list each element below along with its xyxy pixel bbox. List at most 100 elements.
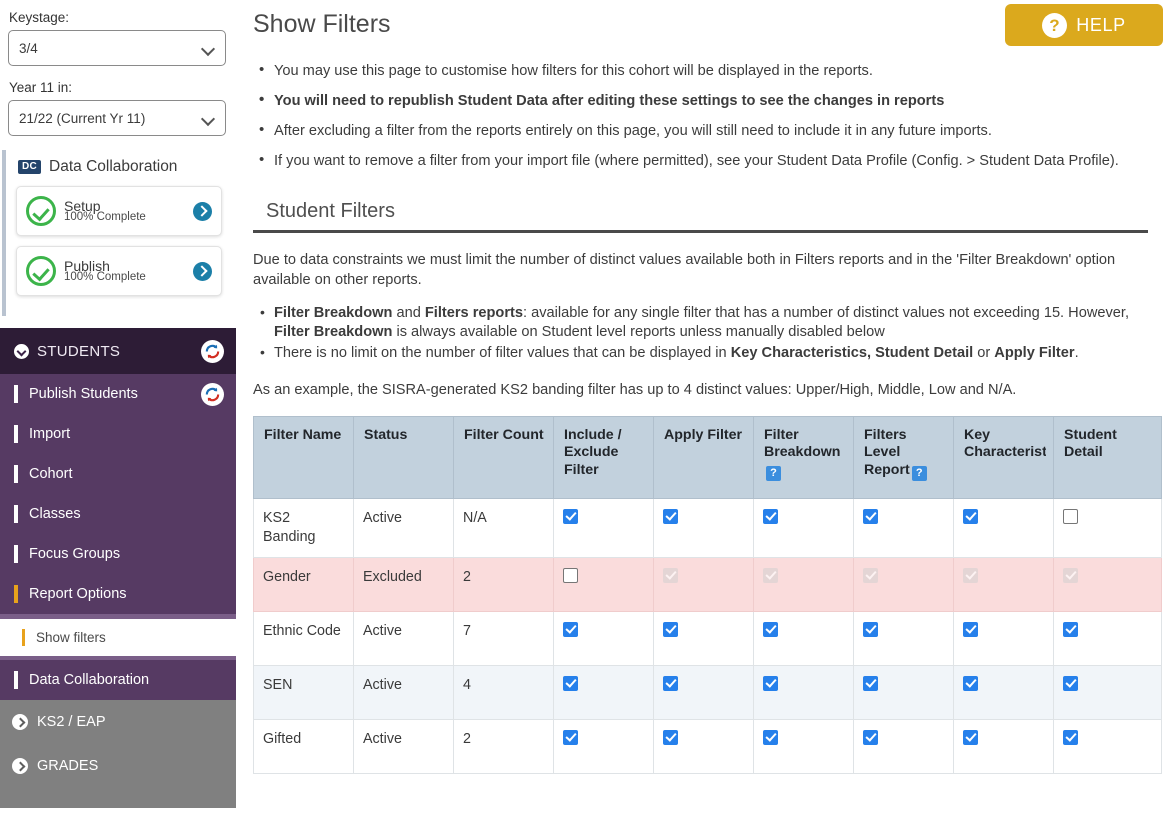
column-header-filter-breakdown: Filter Breakdown ? <box>753 415 854 499</box>
chevron-down-icon <box>202 44 215 52</box>
question-mark-icon: ? <box>1042 12 1068 38</box>
include-exclude-checkbox[interactable] <box>563 567 578 583</box>
apply-filter-checkbox[interactable] <box>663 675 678 691</box>
sidebar-section-ks2-eap[interactable]: KS2 / EAP <box>0 700 236 744</box>
column-header-student-detail: Student Detail <box>1053 415 1162 499</box>
sidebar-item-focus-groups[interactable]: Focus Groups <box>0 534 236 574</box>
apply-filter-checkbox[interactable] <box>663 621 678 637</box>
student-detail-checkbox[interactable] <box>1063 508 1078 524</box>
sidebar-item-import-label: Import <box>29 426 71 442</box>
filters-level-report-checkbox[interactable] <box>863 729 878 745</box>
column-header-apply-filter-label: Apply Filter <box>664 426 743 443</box>
dc-card-publish[interactable]: Publish 100% Complete <box>16 246 222 296</box>
cell-student-detail <box>1053 610 1162 666</box>
cell-student-detail <box>1053 718 1162 774</box>
sidebar-item-report-options[interactable]: Report Options <box>0 574 236 614</box>
column-header-key-characteristics-label: Key Characteristics <box>964 426 1046 461</box>
filter-breakdown-checkbox <box>763 567 778 583</box>
app-root: Keystage: 3/4 Year 11 in: 21/22 (Current… <box>0 0 1165 820</box>
help-tooltip-icon[interactable]: ? <box>911 465 927 481</box>
apply-filter-checkbox <box>663 567 678 583</box>
chevron-right-circle-icon[interactable] <box>193 261 212 281</box>
cell-filter-count: 2 <box>453 556 554 612</box>
example-paragraph: As an example, the SISRA-generated KS2 b… <box>253 382 1017 399</box>
help-button[interactable]: ? HELP <box>1005 4 1163 46</box>
cell-include-exclude <box>553 718 654 774</box>
sidebar-item-cohort[interactable]: Cohort <box>0 454 236 494</box>
include-exclude-checkbox[interactable] <box>563 508 578 524</box>
help-tooltip-icon[interactable]: ? <box>766 465 781 481</box>
sidebar-item-data-collaboration[interactable]: Data Collaboration <box>0 660 236 700</box>
sidebar-item-publish-students[interactable]: Publish Students <box>0 374 236 414</box>
table-row: Ethnic Code Active 7 <box>253 610 1162 666</box>
include-exclude-checkbox[interactable] <box>563 729 578 745</box>
table-header-row: Filter Name Status Filter Count Include … <box>253 415 1162 499</box>
intro-bullet-list: You may use this page to customise how f… <box>253 59 1165 172</box>
check-circle-icon <box>26 196 56 226</box>
refresh-icon[interactable] <box>201 339 224 363</box>
cell-status: Active <box>353 718 454 774</box>
keystage-value: 3/4 <box>19 40 38 56</box>
data-collaboration-title: DC Data Collaboration <box>18 158 230 176</box>
help-button-label: HELP <box>1076 14 1126 35</box>
column-header-filter-name: Filter Name <box>253 415 354 499</box>
nav-marker <box>14 505 18 523</box>
chevron-down-icon <box>202 114 215 122</box>
column-header-include-exclude-filter-label: Include / Exclude Filter <box>564 426 622 478</box>
nav-header-students[interactable]: STUDENTS <box>0 328 236 374</box>
key-characteristics-checkbox[interactable] <box>963 621 978 637</box>
cell-filter-breakdown <box>753 718 854 774</box>
filter-breakdown-checkbox[interactable] <box>763 508 778 524</box>
year-select[interactable]: 21/22 (Current Yr 11) <box>8 100 226 136</box>
key-characteristics-checkbox[interactable] <box>963 675 978 691</box>
cell-filter-breakdown <box>753 610 854 666</box>
cell-filter-count: N/A <box>453 497 554 558</box>
chevron-down-circle-icon <box>14 343 29 359</box>
list-item: You may use this page to customise how f… <box>259 59 1164 81</box>
filters-level-report-checkbox[interactable] <box>863 508 878 524</box>
sidebar-item-data-collaboration-label: Data Collaboration <box>29 672 150 688</box>
apply-filter-checkbox[interactable] <box>663 508 678 524</box>
cell-status: Excluded <box>353 556 454 612</box>
table-row: Gifted Active 2 <box>253 718 1162 774</box>
sidebar-item-show-filters[interactable]: Show filters <box>0 619 236 656</box>
refresh-icon[interactable] <box>201 382 224 406</box>
student-detail-checkbox[interactable] <box>1063 729 1078 745</box>
sidebar-item-focus-groups-label: Focus Groups <box>29 546 121 562</box>
filter-breakdown-checkbox[interactable] <box>763 621 778 637</box>
filters-level-report-checkbox[interactable] <box>863 675 878 691</box>
student-detail-checkbox[interactable] <box>1063 675 1078 691</box>
cell-filters-level-report <box>853 497 954 558</box>
key-characteristics-checkbox[interactable] <box>963 729 978 745</box>
table-body: KS2 Banding Active N/A Gender Excluded 2 <box>253 497 1162 774</box>
section-title-student-filters: Student Filters <box>266 200 395 222</box>
nav-marker <box>14 385 18 403</box>
dc-card-setup[interactable]: Setup 100% Complete <box>16 186 222 236</box>
list-item: Filter Breakdown and Filters reports: av… <box>260 303 1164 343</box>
chevron-right-circle-icon[interactable] <box>193 201 212 221</box>
filters-level-report-checkbox[interactable] <box>863 621 878 637</box>
cell-student-detail <box>1053 664 1162 720</box>
check-circle-icon <box>26 256 56 286</box>
sidebar-nav: STUDENTS Publish Students Import Cohort … <box>0 328 236 808</box>
include-exclude-checkbox[interactable] <box>563 675 578 691</box>
dc-card-setup-status: 100% Complete <box>64 210 146 223</box>
student-detail-checkbox[interactable] <box>1063 621 1078 637</box>
include-exclude-checkbox[interactable] <box>563 621 578 637</box>
keystage-select[interactable]: 3/4 <box>8 30 226 66</box>
constraints-bullet-list: Filter Breakdown and Filters reports: av… <box>253 303 1165 364</box>
column-header-status-label: Status <box>364 426 408 443</box>
sidebar-item-import[interactable]: Import <box>0 414 236 454</box>
cell-key-characteristics <box>953 556 1054 612</box>
cell-filter-name: Gender <box>253 556 354 612</box>
apply-filter-checkbox[interactable] <box>663 729 678 745</box>
sidebar-item-classes[interactable]: Classes <box>0 494 236 534</box>
key-characteristics-checkbox[interactable] <box>963 508 978 524</box>
main-content: Show Filters ? HELP You may use this pag… <box>236 0 1165 820</box>
sidebar-section-grades[interactable]: GRADES <box>0 744 236 788</box>
filter-breakdown-checkbox[interactable] <box>763 675 778 691</box>
data-collaboration-label: Data Collaboration <box>49 158 178 175</box>
chevron-right-circle-icon <box>12 714 28 730</box>
cell-filter-count: 2 <box>453 718 554 774</box>
filter-breakdown-checkbox[interactable] <box>763 729 778 745</box>
